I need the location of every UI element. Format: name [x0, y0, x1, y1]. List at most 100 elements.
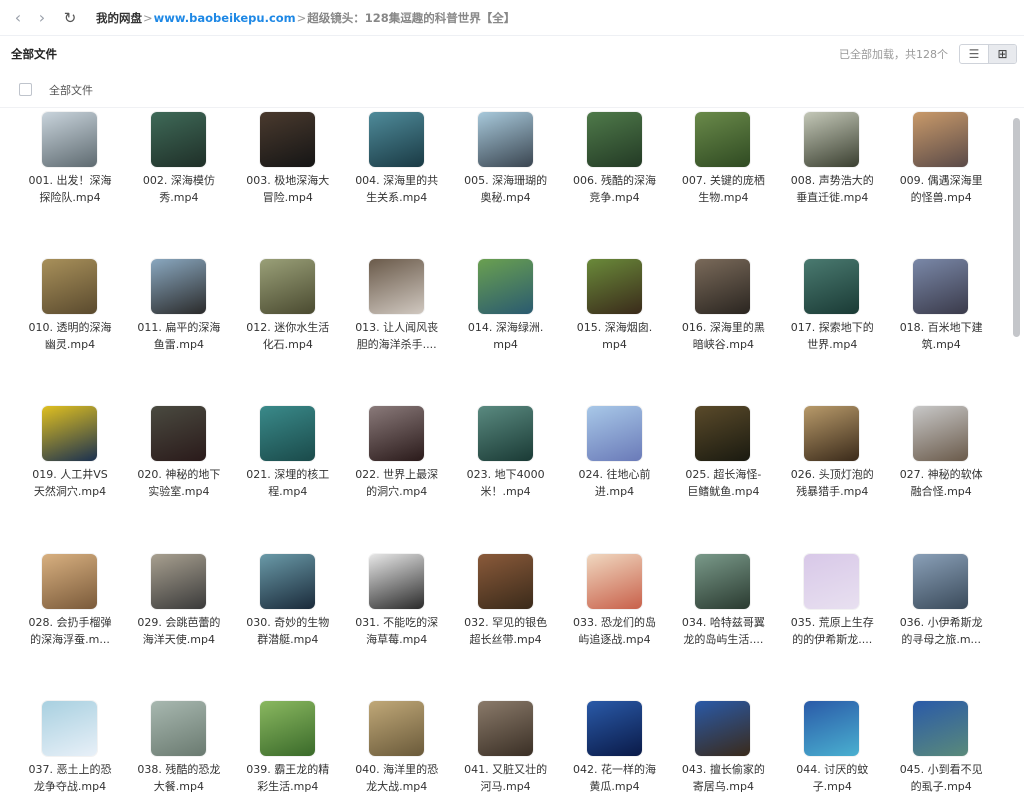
- file-item[interactable]: 036. 小伊希斯龙 的寻母之旅.m...: [899, 550, 995, 660]
- video-thumbnail: [695, 406, 751, 462]
- file-item[interactable]: 019. 人工井VS 天然洞穴.mp4: [28, 402, 124, 512]
- file-name: 033. 恐龙们的岛 屿追逐战.mp4: [573, 615, 656, 646]
- file-name: 044. 讨厌的蚊 子.mp4: [796, 762, 869, 793]
- file-name: 039. 霸王龙的精 彩生活.mp4: [246, 762, 330, 793]
- file-item[interactable]: 029. 会跳芭蕾的 海洋天使.mp4: [137, 550, 233, 660]
- file-name: 007. 关键的庞栖 生物.mp4: [681, 174, 765, 204]
- file-item[interactable]: 010. 透明的深海 幽灵.mp4: [28, 255, 124, 365]
- video-thumbnail: [913, 700, 969, 756]
- file-item[interactable]: 037. 恶土上的恐 龙争夺战.mp4: [28, 697, 124, 807]
- file-item[interactable]: 039. 霸王龙的精 彩生活.mp4: [246, 697, 342, 807]
- video-thumbnail: [913, 553, 969, 609]
- video-thumbnail: [804, 700, 860, 756]
- file-item[interactable]: 042. 花一样的海 黄瓜.mp4: [573, 697, 669, 807]
- grid-view-icon[interactable]: ⊞: [988, 45, 1016, 63]
- file-item[interactable]: 003. 极地深海大 冒险.mp4: [246, 108, 342, 218]
- file-name: 018. 百米地下建 筑.mp4: [899, 321, 983, 352]
- video-thumbnail: [259, 553, 315, 609]
- video-thumbnail: [368, 259, 424, 315]
- file-item[interactable]: 031. 不能吃的深 海草莓.mp4: [355, 550, 451, 660]
- file-name: 034. 哈特兹哥翼 龙的岛屿生活....: [681, 615, 765, 646]
- video-thumbnail: [42, 553, 97, 609]
- forward-icon[interactable]: ›: [30, 6, 54, 30]
- file-item[interactable]: 016. 深海里的黑 暗峡谷.mp4: [681, 255, 777, 365]
- select-all-checkbox[interactable]: [19, 83, 32, 96]
- video-thumbnail: [259, 406, 315, 462]
- video-thumbnail: [42, 700, 97, 756]
- refresh-icon[interactable]: ↻: [58, 6, 82, 30]
- file-item[interactable]: 038. 残酷的恐龙 大餐.mp4: [137, 697, 233, 807]
- load-status: 已全部加载，共128个: [839, 48, 948, 61]
- file-item[interactable]: 018. 百米地下建 筑.mp4: [899, 255, 995, 365]
- select-all-label: 全部文件: [49, 83, 93, 97]
- file-item[interactable]: 045. 小到看不见 的虱子.mp4: [899, 697, 995, 807]
- file-item[interactable]: 001. 出发！深海 探险队.mp4: [28, 108, 124, 218]
- video-thumbnail: [586, 259, 642, 315]
- scrollbar-thumb[interactable]: [1013, 118, 1020, 337]
- file-item[interactable]: 030. 奇妙的生物 群潜艇.mp4: [246, 550, 342, 660]
- video-thumbnail: [150, 112, 206, 167]
- file-name: 005. 深海珊瑚的 奥秘.mp4: [464, 174, 548, 204]
- breadcrumb-separator: >: [296, 10, 307, 25]
- file-item[interactable]: 008. 声势浩大的 垂直迁徙.mp4: [790, 108, 886, 218]
- file-name: 031. 不能吃的深 海草莓.mp4: [355, 615, 439, 646]
- file-name: 016. 深海里的黑 暗峡谷.mp4: [681, 321, 765, 352]
- file-item[interactable]: 034. 哈特兹哥翼 龙的岛屿生活....: [681, 550, 777, 660]
- file-item[interactable]: 022. 世界上最深 的洞穴.mp4: [355, 402, 451, 512]
- file-item[interactable]: 041. 又脏又壮的 河马.mp4: [464, 697, 560, 807]
- video-thumbnail: [42, 406, 97, 462]
- video-thumbnail: [695, 259, 751, 315]
- video-thumbnail: [477, 700, 533, 756]
- file-item[interactable]: 021. 深埋的核工 程.mp4: [246, 402, 342, 512]
- file-item[interactable]: 011. 扁平的深海 鱼雷.mp4: [137, 255, 233, 365]
- file-name: 001. 出发！深海 探险队.mp4: [28, 174, 112, 204]
- file-name: 026. 头顶灯泡的 残暴猎手.mp4: [790, 468, 874, 499]
- file-item[interactable]: 023. 地下4000 米！.mp4: [464, 402, 560, 512]
- file-item[interactable]: 035. 荒原上生存 的的伊希斯龙....: [790, 550, 886, 660]
- file-item[interactable]: 020. 神秘的地下 实验室.mp4: [137, 402, 233, 512]
- back-icon[interactable]: ‹: [6, 6, 30, 30]
- file-name: 036. 小伊希斯龙 的寻母之旅.m...: [899, 615, 983, 646]
- file-name: 041. 又脏又壮的 河马.mp4: [464, 762, 548, 793]
- file-item[interactable]: 026. 头顶灯泡的 残暴猎手.mp4: [790, 402, 886, 512]
- file-name: 004. 深海里的共 生关系.mp4: [355, 174, 439, 204]
- video-thumbnail: [477, 259, 533, 315]
- file-item[interactable]: 004. 深海里的共 生关系.mp4: [355, 108, 451, 218]
- file-item[interactable]: 015. 深海烟囱. mp4: [573, 255, 669, 365]
- file-name: 023. 地下4000 米！.mp4: [466, 468, 545, 499]
- file-item[interactable]: 044. 讨厌的蚊 子.mp4: [790, 697, 886, 807]
- file-item[interactable]: 027. 神秘的软体 融合怪.mp4: [899, 402, 995, 512]
- navigation-bar: ‹ › ↻ 我的网盘 > www.baobeikepu.com > 超级镜头：1…: [0, 0, 1024, 36]
- file-item[interactable]: 025. 超长海怪- 巨鳍鱿鱼.mp4: [681, 402, 777, 512]
- breadcrumb-home[interactable]: 我的网盘: [96, 10, 142, 26]
- file-item[interactable]: 040. 海洋里的恐 龙大战.mp4: [355, 697, 451, 807]
- file-name: 040. 海洋里的恐 龙大战.mp4: [355, 762, 439, 793]
- file-item[interactable]: 006. 残酷的深海 竞争.mp4: [573, 108, 669, 218]
- file-item[interactable]: 014. 深海绿洲. mp4: [464, 255, 560, 365]
- video-thumbnail: [150, 259, 206, 315]
- file-item[interactable]: 002. 深海模仿 秀.mp4: [137, 108, 233, 218]
- video-thumbnail: [586, 700, 642, 756]
- file-name: 017. 探索地下的 世界.mp4: [790, 321, 874, 352]
- file-item[interactable]: 005. 深海珊瑚的 奥秘.mp4: [464, 108, 560, 218]
- file-item[interactable]: 013. 让人闻风丧 胆的海洋杀手....: [355, 255, 451, 365]
- file-item[interactable]: 017. 探索地下的 世界.mp4: [790, 255, 886, 365]
- file-item[interactable]: 009. 偶遇深海里 的怪兽.mp4: [899, 108, 995, 218]
- file-item[interactable]: 028. 会扔手榴弹 的深海浮蚕.m...: [28, 550, 124, 660]
- file-item[interactable]: 033. 恐龙们的岛 屿追逐战.mp4: [573, 550, 669, 660]
- file-item[interactable]: 012. 迷你水生活 化石.mp4: [246, 255, 342, 365]
- video-thumbnail: [804, 259, 860, 315]
- video-thumbnail: [586, 553, 642, 609]
- file-item[interactable]: 032. 罕见的银色 超长丝带.mp4: [464, 550, 560, 660]
- video-thumbnail: [913, 112, 969, 167]
- video-thumbnail: [259, 259, 315, 315]
- file-item[interactable]: 024. 往地心前 进.mp4: [573, 402, 669, 512]
- breadcrumb-site-link[interactable]: www.baobeikepu.com: [154, 11, 296, 25]
- list-view-icon[interactable]: ☰: [960, 45, 988, 63]
- file-item[interactable]: 007. 关键的庞栖 生物.mp4: [681, 108, 777, 218]
- file-item[interactable]: 043. 擅长偷家的 寄居乌.mp4: [681, 697, 777, 807]
- video-thumbnail: [150, 553, 206, 609]
- video-thumbnail: [368, 553, 424, 609]
- file-name: 015. 深海烟囱. mp4: [576, 321, 653, 352]
- video-thumbnail: [695, 700, 751, 756]
